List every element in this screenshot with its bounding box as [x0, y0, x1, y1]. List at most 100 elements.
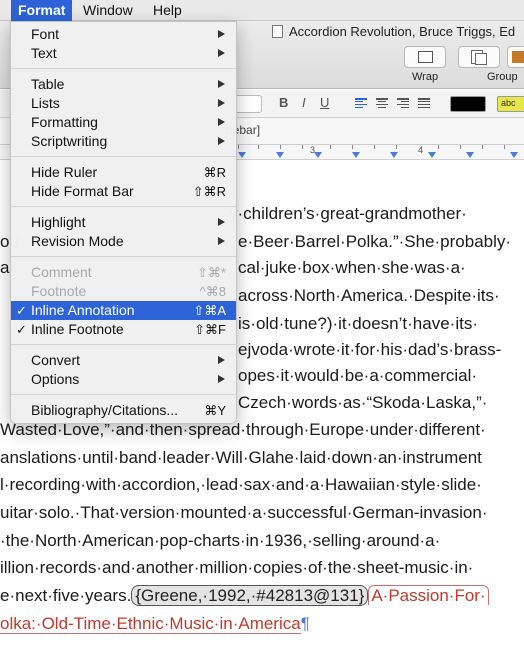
- submenu-arrow-icon: [218, 30, 225, 38]
- submenu-arrow-icon: [218, 137, 225, 145]
- checkmark-icon: ✓: [16, 303, 27, 318]
- text-line: anslations·until·band·leader·Will·Glahe·…: [0, 448, 482, 467]
- menu-item-revision-mode[interactable]: Revision Mode: [11, 232, 236, 251]
- menu-separator: [11, 68, 236, 69]
- tab-stop-marker[interactable]: [466, 152, 474, 158]
- menu-item-scriptwriting[interactable]: Scriptwriting: [11, 132, 236, 151]
- submenu-arrow-icon: [218, 375, 225, 383]
- menu-item-label: Footnote: [31, 283, 87, 299]
- shortcut-label: ⌘Y: [204, 403, 226, 418]
- text-line-link-end: olka:·Old-Time·Ethnic·Music·in·America¶: [0, 614, 310, 634]
- tab-stop-marker[interactable]: [428, 152, 436, 158]
- submenu-arrow-icon: [218, 99, 225, 107]
- align-right-icon[interactable]: [397, 98, 409, 109]
- tab-stop-marker[interactable]: [352, 152, 360, 158]
- menu-separator: [11, 156, 236, 157]
- ruler-number: 4: [418, 145, 424, 155]
- menu-format[interactable]: Format: [11, 0, 73, 21]
- ruler-tick: [238, 145, 239, 149]
- align-center-icon[interactable]: [376, 98, 388, 109]
- ruler-tick: [396, 145, 397, 149]
- wrap-icon: [418, 51, 433, 63]
- ruler-tick: [280, 145, 281, 149]
- menu-separator: [11, 256, 236, 257]
- menu-item-label: Bibliography/Citations...: [31, 402, 179, 418]
- menu-item-font[interactable]: Font: [11, 25, 236, 44]
- ruler-tick: [352, 145, 353, 149]
- menu-item-lists[interactable]: Lists: [11, 94, 236, 113]
- text-line-annotated: e·next·five·years. {Greene,·1992,·#42813@…: [0, 585, 489, 606]
- menu-item-label: Hide Ruler: [31, 164, 98, 180]
- text-color-well[interactable]: [450, 96, 486, 112]
- submenu-arrow-icon: [218, 237, 225, 245]
- menu-item-label: Convert: [31, 352, 81, 368]
- menu-item-inline-annotation[interactable]: ✓ Inline Annotation ⇧⌘A: [11, 301, 236, 320]
- text-line: ·the·North·American·pop-charts·in·1936,·…: [0, 531, 441, 550]
- shortcut-label: ⇧⌘F: [194, 322, 226, 337]
- menu-item-hide-format-bar[interactable]: Hide Format Bar ⇧⌘R: [11, 182, 236, 201]
- italic-button[interactable]: I: [302, 95, 306, 110]
- highlight-label: abc: [501, 98, 516, 108]
- ruler-tick: [504, 145, 505, 149]
- document-icon: [272, 25, 283, 38]
- align-left-icon[interactable]: [355, 98, 367, 109]
- menu-item-label: Revision Mode: [31, 233, 124, 249]
- tab-stop-marker[interactable]: [276, 152, 284, 158]
- link-end[interactable]: olka:·Old-Time·Ethnic·Music·in·America: [0, 614, 301, 634]
- underline-button[interactable]: U: [320, 95, 329, 110]
- inline-annotation[interactable]: {Greene,·1992,·#42813@131}: [131, 585, 369, 606]
- shortcut-label: ⇧⌘R: [192, 184, 226, 199]
- menu-item-convert[interactable]: Convert: [11, 351, 236, 370]
- tab-stop-marker[interactable]: [510, 152, 518, 158]
- menu-item-inline-footnote[interactable]: ✓ Inline Footnote ⇧⌘F: [11, 320, 236, 339]
- menu-separator: [11, 206, 236, 207]
- menu-item-label: Font: [31, 26, 60, 42]
- pilcrow-mark: ¶: [300, 614, 310, 633]
- menu-window[interactable]: Window: [76, 0, 140, 21]
- text-line: e·Beer·Barrel·Polka.”·She·probably·: [238, 232, 512, 251]
- toolbar-button-partial[interactable]: [507, 46, 524, 68]
- submenu-arrow-icon: [218, 80, 225, 88]
- ruler-tick: [302, 145, 303, 149]
- wrap-button[interactable]: [404, 46, 446, 68]
- text-line: uitar·solo.·That·version·mounted·a·succe…: [0, 503, 488, 522]
- menu-item-hide-ruler[interactable]: Hide Ruler ⌘R: [11, 163, 236, 182]
- menu-item-comment: Comment ⇧⌘*: [11, 263, 236, 282]
- menu-bar: Format Window Help: [0, 0, 524, 21]
- link-start[interactable]: A·Passion·For·: [368, 585, 489, 605]
- menu-item-bibliography[interactable]: Bibliography/Citations... ⌘Y: [11, 401, 236, 420]
- menu-help[interactable]: Help: [146, 0, 189, 21]
- menu-item-table[interactable]: Table: [11, 75, 236, 94]
- menu-item-label: Formatting: [31, 114, 98, 130]
- submenu-arrow-icon: [218, 118, 225, 126]
- checkmark-icon: ✓: [16, 322, 27, 337]
- ruler-tick: [374, 145, 375, 149]
- tab-stop-marker[interactable]: [314, 152, 322, 158]
- menu-item-label: Inline Annotation: [31, 302, 135, 318]
- align-justify-icon[interactable]: [418, 98, 430, 109]
- menu-item-label: Options: [31, 371, 80, 387]
- menu-item-label: Text: [31, 45, 57, 61]
- text-line: opes·it·would·be·a·commercial·: [238, 366, 478, 385]
- bold-button[interactable]: B: [279, 95, 288, 110]
- menu-item-formatting[interactable]: Formatting: [11, 113, 236, 132]
- menu-item-label: Lists: [31, 95, 60, 111]
- tab-stop-marker[interactable]: [238, 152, 246, 158]
- menu-item-highlight[interactable]: Highlight: [11, 213, 236, 232]
- wrap-label: Wrap: [412, 71, 439, 83]
- group-button[interactable]: [458, 46, 500, 68]
- group-icon-back: [475, 53, 487, 65]
- shortcut-label: ⇧⌘A: [193, 303, 226, 318]
- menu-separator: [11, 344, 236, 345]
- text-line: Czech·words·as·“Skoda·Laska,”·: [238, 393, 488, 412]
- menu-item-options[interactable]: Options: [11, 370, 236, 389]
- menu-item-label: Hide Format Bar: [31, 183, 134, 199]
- ruler-tick: [460, 145, 461, 149]
- menu-item-label: Table: [31, 76, 65, 92]
- menu-item-text[interactable]: Text: [11, 44, 236, 63]
- ruler-tick: [258, 145, 259, 149]
- shortcut-label: ⌘R: [203, 165, 226, 180]
- window-title-text: Accordion Revolution, Bruce Triggs, Ed: [289, 24, 516, 39]
- submenu-arrow-icon: [218, 49, 225, 57]
- tab-stop-marker[interactable]: [390, 152, 398, 158]
